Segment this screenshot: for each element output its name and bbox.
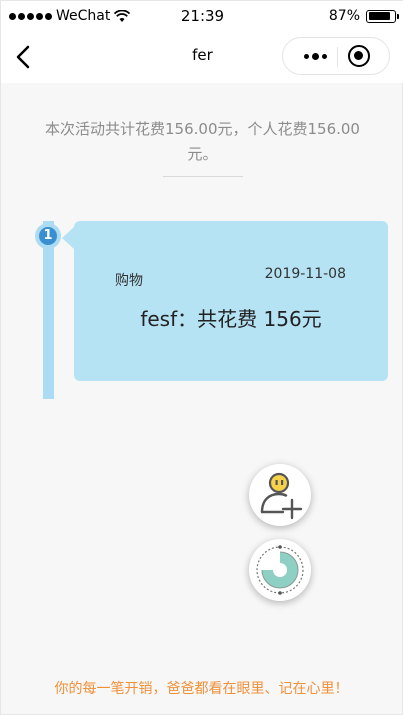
spending-summary: 本次活动共计花费156.00元，个人花费156.00元。	[45, 120, 360, 163]
navigation-bar: fer	[1, 31, 403, 83]
record-date: 2019-11-08	[264, 266, 346, 282]
more-dots-icon	[303, 53, 309, 59]
summary-divider	[163, 176, 243, 177]
battery-percent: 87%	[328, 8, 360, 24]
more-button[interactable]	[293, 38, 337, 74]
pie-chart-icon	[256, 545, 304, 595]
menu-capsule	[282, 37, 390, 75]
statistics-button[interactable]	[249, 539, 311, 601]
footer-slogan: 你的每一笔开销，爸爸都看在眼里、记在心里！	[54, 681, 349, 697]
record-index: 1	[39, 227, 57, 245]
battery-status: 87%	[328, 8, 399, 24]
record-description: fesf：共花费 156元	[140, 307, 322, 331]
close-miniprogram-button[interactable]	[348, 45, 370, 67]
capsule-divider	[337, 47, 338, 67]
add-member-button[interactable]	[249, 464, 311, 526]
card-pointer	[62, 227, 74, 249]
timeline-badge: 1	[35, 223, 61, 249]
status-bar: WeChat 21:39 87%	[1, 1, 403, 31]
record-category: 购物	[115, 273, 143, 289]
add-user-icon	[260, 472, 303, 520]
expense-record-card[interactable]: 购物 2019-11-08 fesf：共花费 156元	[74, 221, 388, 381]
battery-fill	[368, 12, 391, 20]
page: WeChat 21:39 87% fer 本次活动共计花费156.00元，个人花…	[0, 0, 403, 715]
battery-icon	[366, 9, 399, 23]
